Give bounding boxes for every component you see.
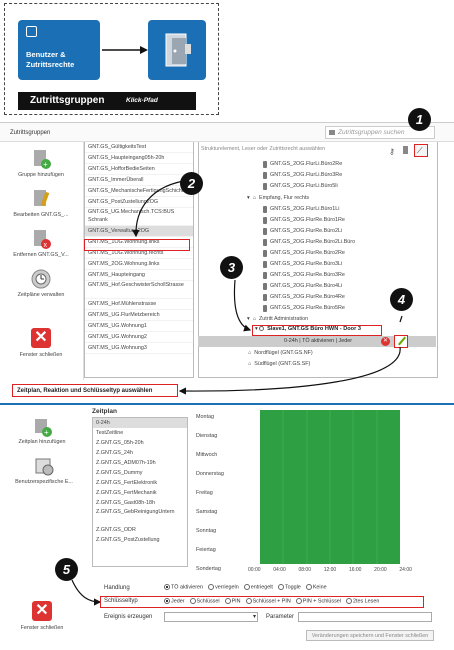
radio-icon: [164, 584, 170, 590]
schedule-list-item[interactable]: Z.GNT.GS_05h-20h: [93, 438, 187, 448]
handlung-option-label: verriegeln: [215, 584, 239, 591]
keytype-option-label: PIN + Schlüssel: [302, 598, 341, 605]
time-axis: 00:00 04:00 08:00 12:00 16:00 20:00 24:00: [248, 567, 412, 573]
schedule-list-item[interactable]: Z.GNT.GS_ADM07h-19h: [93, 458, 187, 468]
time-tick-label: 04:00: [273, 567, 286, 573]
keytype-options: Jeder Schlüssel PIN Schlüssel + PIN PIN + Sc…: [164, 598, 379, 604]
radio-icon: [277, 584, 284, 590]
radio-icon: [245, 598, 252, 604]
schedule-list-items: 0-24h TestZeitline Z.GNT.GS_05h-20h Z.GNT.G…: [93, 418, 187, 545]
callout-4: 4: [390, 288, 413, 311]
keytype-option-label: Jeder: [171, 598, 185, 605]
time-tick-label: 24:00: [399, 567, 412, 573]
calendar-gear-icon: [35, 458, 54, 476]
schedule-list-item[interactable]: Z.GNT.GS_ODR: [93, 525, 187, 535]
schedule-header: Zeitplan: [92, 408, 117, 415]
schedule-list-item[interactable]: TestZeitline: [93, 428, 187, 438]
schedule-chart: [260, 410, 400, 564]
handlung-option[interactable]: TÖ aktivieren: [164, 584, 203, 590]
schedule-grid: [282, 410, 378, 564]
radio-icon: [345, 598, 352, 604]
close-icon: ✕: [32, 601, 52, 621]
time-tick-label: 16:00: [348, 567, 362, 573]
keytype-option[interactable]: PIN + Schlüssel: [295, 598, 341, 605]
keytype-option[interactable]: Jeder: [164, 598, 185, 604]
weekday-labels: Montag Dienstag Mittwoch Donnerstag Freitag S…: [196, 408, 256, 579]
user-specific-button[interactable]: Benutzerspezifische E...: [4, 455, 84, 491]
add-schedule-button[interactable]: + Zeitplan hinzufügen: [4, 417, 80, 453]
radio-icon: [164, 598, 170, 604]
keytype-option[interactable]: Schlüssel + PIN: [245, 598, 291, 605]
schedule-list-item[interactable]: Z.GNT.GS_24h: [93, 448, 187, 458]
parameter-label: Parameter: [266, 614, 295, 620]
time-tick-label: 20:00: [374, 567, 387, 573]
keytype-option-label: Schlüssel: [196, 598, 220, 605]
keytype-option-label: Schlüssel + PIN: [252, 598, 291, 605]
svg-text:+: +: [44, 428, 49, 437]
keytype-option[interactable]: Schlüssel: [189, 598, 220, 605]
schedule-list-item[interactable]: Z.GNT.GS_FertElektronik: [93, 478, 187, 488]
schedule-list-item[interactable]: Z.GNT.GS_GebReinigungUntern: [93, 508, 187, 525]
weekday-label: Samstag: [196, 509, 218, 515]
radio-icon: [208, 584, 215, 590]
handlung-option-label: Toggle: [284, 584, 301, 591]
add-schedule-label: Zeitplan hinzufügen: [18, 439, 66, 445]
handlung-option-label: entriegelt: [250, 584, 273, 591]
handlung-option[interactable]: verriegeln: [208, 584, 239, 590]
event-select[interactable]: ▾: [164, 612, 258, 622]
handlung-options: TÖ aktivieren verriegeln entriegelt Toggle K…: [164, 584, 327, 590]
handlung-option[interactable]: Toggle: [277, 584, 301, 591]
weekday-label: Mittwoch: [196, 452, 218, 458]
radio-icon: [189, 598, 196, 604]
weekday-label: Montag: [196, 414, 214, 420]
schedule-list-item[interactable]: Z.GNT.GS_FertMechanik: [93, 488, 187, 498]
time-tick-label: 12:00: [323, 567, 337, 573]
schedule-list-item[interactable]: Z.GNT.GS_Dummy: [93, 468, 187, 478]
keytype-option[interactable]: 2tes Lesen: [345, 598, 380, 605]
add-schedule-icon: +: [35, 419, 52, 437]
time-tick-label: 08:00: [298, 567, 311, 573]
user-specific-label: Benutzerspezifische E...: [15, 479, 73, 485]
weekday-label: Freitag: [196, 490, 213, 496]
time-tick-label: 00:00: [248, 567, 261, 573]
schedule-list-item[interactable]: 0-24h: [93, 418, 187, 428]
radio-icon: [305, 584, 312, 590]
weekday-label: Feiertag: [196, 547, 216, 553]
save-close-button[interactable]: Veränderungen speichern und Fenster schl…: [306, 630, 434, 641]
radio-icon: [295, 598, 302, 604]
handlung-label: Handlung: [104, 585, 130, 591]
callout-1: 1: [408, 108, 431, 131]
schedule-list-item[interactable]: Z.GNT.GS_PostZustellung: [93, 535, 187, 545]
keytype-label: Schlüsseltyp: [104, 598, 138, 604]
callout-2: 2: [180, 172, 203, 195]
weekday-label: Dienstag: [196, 433, 218, 439]
weekday-label: Donnerstag: [196, 471, 224, 477]
radio-icon: [243, 584, 250, 590]
close-window-button-bottom[interactable]: ✕ Fenster schließen: [4, 601, 80, 643]
schedule-list-item[interactable]: Z.GNT.GS_Gast08h-18h: [93, 498, 187, 508]
keytype-option[interactable]: PIN: [224, 598, 241, 605]
handlung-option[interactable]: Keine: [305, 584, 327, 591]
callout-3: 3: [220, 256, 243, 279]
radio-icon: [224, 598, 231, 604]
schedule-list[interactable]: 0-24h TestZeitline Z.GNT.GS_05h-20h Z.GNT.G…: [92, 417, 188, 567]
event-label: Ereignis erzeugen: [104, 614, 153, 620]
parameter-input[interactable]: [298, 612, 432, 622]
close-window-label: Fenster schließen: [20, 625, 64, 631]
keytype-option-label: 2tes Lesen: [352, 598, 380, 605]
sidebar-bottom: + Zeitplan hinzufügen Benutzerspezifisch…: [0, 405, 86, 650]
handlung-option-label: TÖ aktivieren: [171, 584, 204, 591]
handlung-option[interactable]: entriegelt: [243, 584, 273, 591]
chevron-down-icon: ▾: [252, 614, 256, 620]
keytype-option-label: PIN: [231, 598, 241, 605]
weekday-label: Sondertag: [196, 566, 221, 572]
handlung-option-label: Keine: [312, 584, 327, 591]
weekday-label: Sonntag: [196, 528, 217, 534]
